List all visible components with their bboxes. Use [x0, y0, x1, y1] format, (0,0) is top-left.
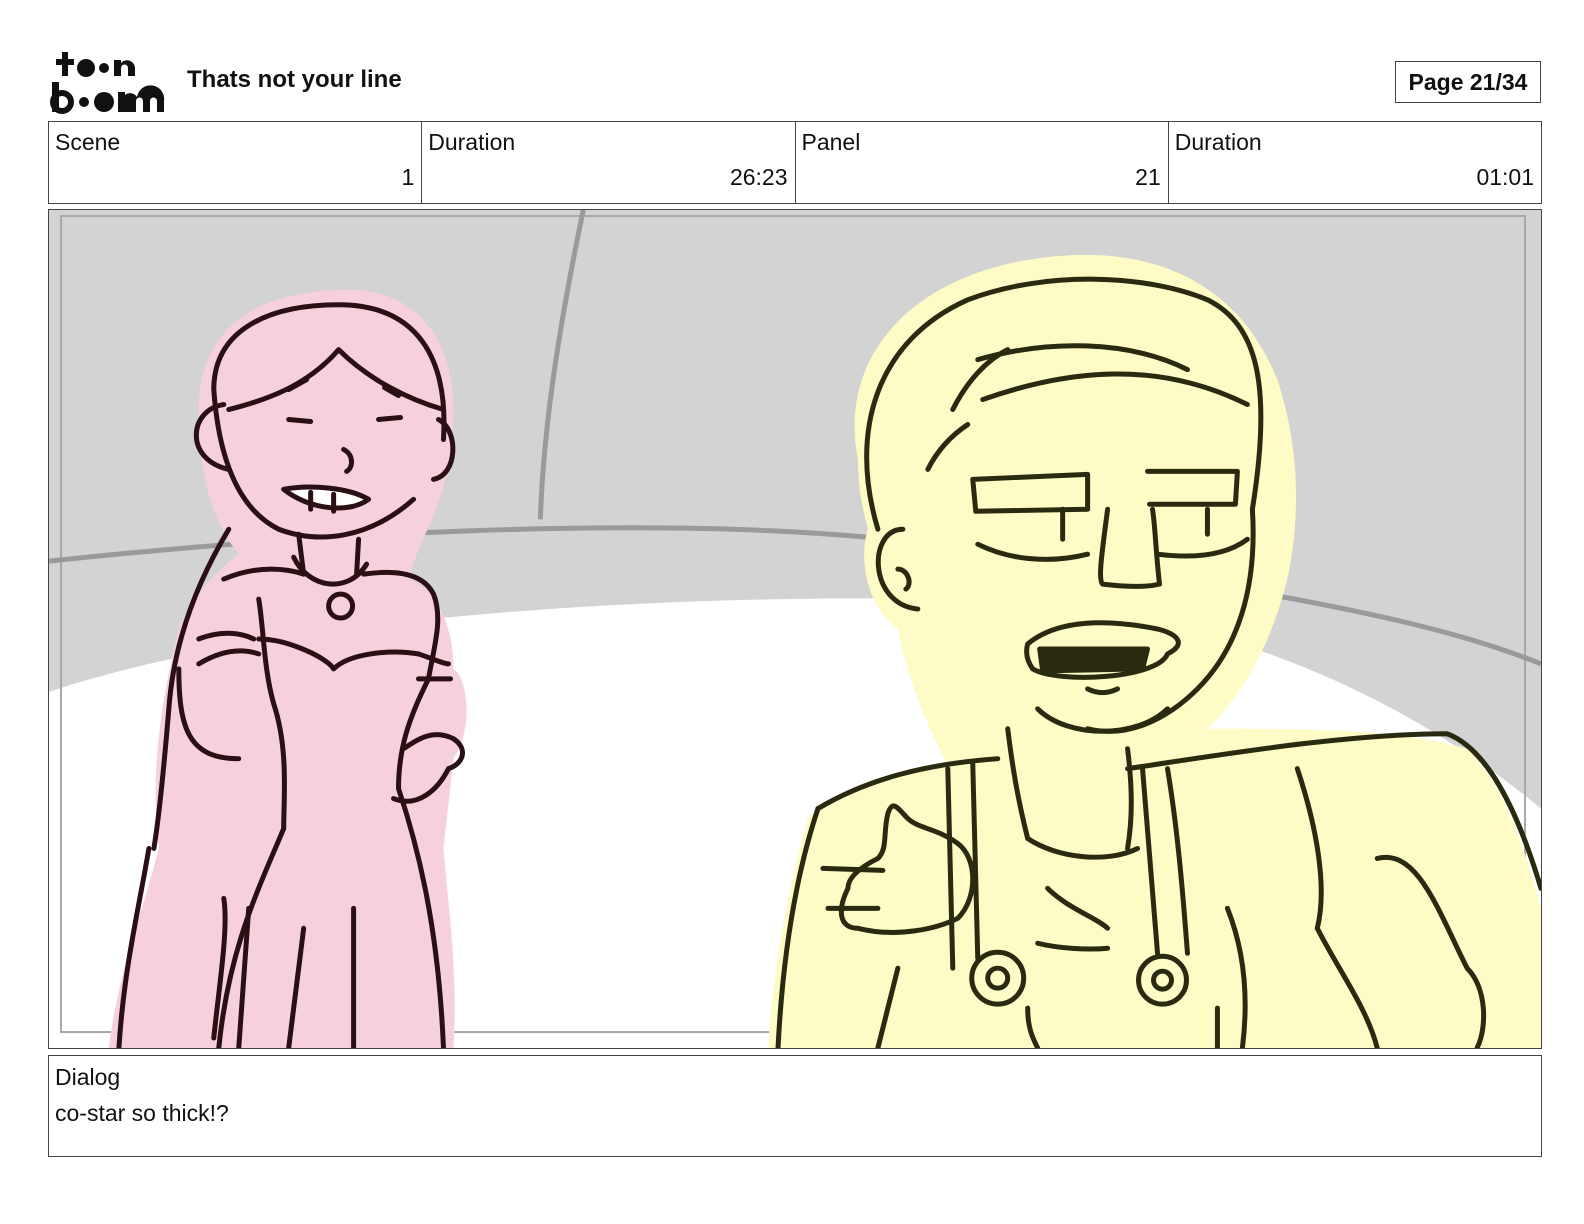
dialog-label: Dialog: [55, 1064, 121, 1090]
scene-value: 1: [401, 164, 415, 190]
page-indicator: Page 21/34: [1395, 61, 1541, 103]
scene-duration-cell: Duration 26:23: [422, 122, 796, 203]
storyboard-panel: [48, 209, 1542, 1049]
scene-duration-label: Duration: [428, 129, 516, 155]
panel-label: Panel: [801, 129, 861, 155]
scene-label: Scene: [55, 129, 121, 155]
panel-duration-label: Duration: [1174, 129, 1262, 155]
dialog-text: co-star so thick!?: [55, 1100, 229, 1126]
document-title: Thats not your line: [187, 66, 402, 93]
dialog-box: Dialog co-star so thick!?: [48, 1055, 1542, 1157]
panel-duration-value: 01:01: [1476, 164, 1534, 190]
toonboom-logo: [50, 52, 165, 114]
scene-duration-value: 26:23: [729, 164, 788, 190]
panel-info-table: Scene 1 Duration 26:23 Panel 21 Duration…: [48, 121, 1542, 204]
panel-duration-cell: Duration 01:01: [1169, 122, 1541, 203]
scene-cell: Scene 1: [49, 122, 423, 203]
panel-cell: Panel 21: [796, 122, 1169, 203]
panel-value: 21: [1135, 164, 1161, 190]
panel-illustration: [49, 210, 1541, 1048]
